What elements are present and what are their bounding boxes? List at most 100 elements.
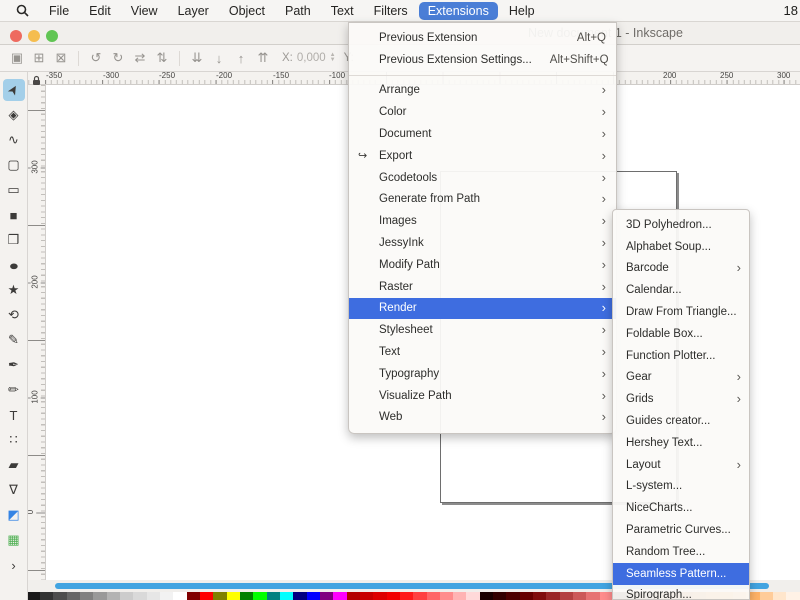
palette-swatch[interactable] <box>560 592 573 600</box>
submenu-item-3d-polyhedron[interactable]: 3D Polyhedron... <box>613 214 749 236</box>
palette-swatch[interactable] <box>373 592 386 600</box>
palette-swatch[interactable] <box>187 592 200 600</box>
menubar-item-text[interactable]: Text <box>322 2 363 20</box>
menu-item-previous-extension[interactable]: Previous ExtensionAlt+Q <box>349 27 616 49</box>
menu-item-color[interactable]: Color› <box>349 101 616 123</box>
measure-tool[interactable]: ▭ <box>3 179 25 201</box>
eraser-tool[interactable]: ▰ <box>3 454 25 476</box>
submenu-item-seamless-pattern[interactable]: Seamless Pattern... <box>613 563 749 585</box>
palette-swatch[interactable] <box>786 592 799 600</box>
palette-swatch[interactable] <box>93 592 106 600</box>
menubar-item-object[interactable]: Object <box>220 2 274 20</box>
menubar-item-path[interactable]: Path <box>276 2 320 20</box>
palette-swatch[interactable] <box>307 592 320 600</box>
palette-swatch[interactable] <box>400 592 413 600</box>
palette-swatch[interactable] <box>586 592 599 600</box>
bezier-pen-tool[interactable]: ✒ <box>3 354 25 376</box>
node-editor-tool[interactable]: ◈ <box>3 104 25 126</box>
select-all-icon[interactable]: ▣ <box>6 48 28 68</box>
submenu-item-grids[interactable]: Grids› <box>613 388 749 410</box>
menu-item-images[interactable]: Images› <box>349 210 616 232</box>
palette-swatch[interactable] <box>280 592 293 600</box>
calligraphy-tool[interactable]: ✏ <box>3 379 25 401</box>
palette-swatch[interactable] <box>413 592 426 600</box>
palette-swatch[interactable] <box>213 592 226 600</box>
menu-item-modify-path[interactable]: Modify Path› <box>349 254 616 276</box>
submenu-item-hershey-text[interactable]: Hershey Text... <box>613 432 749 454</box>
palette-swatch[interactable] <box>80 592 93 600</box>
menubar-item-help[interactable]: Help <box>500 2 544 20</box>
submenu-item-nicecharts[interactable]: NiceCharts... <box>613 497 749 519</box>
menu-item-jessyink[interactable]: JessyInk› <box>349 232 616 254</box>
menubar-item-file[interactable]: File <box>40 2 78 20</box>
menubar-item-view[interactable]: View <box>122 2 167 20</box>
vertical-ruler[interactable]: 3002001000 <box>28 85 46 580</box>
menu-item-typography[interactable]: Typography› <box>349 363 616 385</box>
raise-to-top-icon[interactable]: ⇈ <box>252 48 274 68</box>
rotate-cw-icon[interactable]: ↻ <box>107 48 129 68</box>
palette-swatch[interactable] <box>120 592 133 600</box>
spiral-tool[interactable]: ⟲ <box>3 304 25 326</box>
palette-swatch[interactable] <box>546 592 559 600</box>
box3d-tool[interactable]: ❒ <box>3 229 25 251</box>
selector-tool[interactable]: ➤ <box>3 79 25 101</box>
palette-swatch[interactable] <box>480 592 493 600</box>
menu-item-visualize-path[interactable]: Visualize Path› <box>349 385 616 407</box>
mesh-gradient-tool[interactable]: ▦ <box>3 529 25 551</box>
x-input[interactable]: 0,000 <box>297 52 326 64</box>
submenu-item-spirograph[interactable]: Spirograph... <box>613 585 749 600</box>
submenu-item-l-system[interactable]: L-system... <box>613 476 749 498</box>
palette-swatch[interactable] <box>440 592 453 600</box>
more-tools-chevron[interactable]: › <box>3 554 25 576</box>
text-tool[interactable]: T <box>3 404 25 426</box>
marquee-select-tool[interactable]: ▢ <box>3 154 25 176</box>
rotate-ccw-icon[interactable]: ↺ <box>85 48 107 68</box>
palette-swatch[interactable] <box>200 592 213 600</box>
select-all-layers-icon[interactable]: ⊞ <box>28 48 50 68</box>
palette-swatch[interactable] <box>253 592 266 600</box>
palette-swatch[interactable] <box>506 592 519 600</box>
menu-item-previous-extension-settings[interactable]: Previous Extension Settings...Alt+Shift+… <box>349 49 616 71</box>
deselect-icon[interactable]: ⊠ <box>50 48 72 68</box>
submenu-item-function-plotter[interactable]: Function Plotter... <box>613 345 749 367</box>
search-icon[interactable] <box>16 4 29 17</box>
lower-icon[interactable]: ↓ <box>208 48 230 68</box>
ellipse-tool[interactable]: ● <box>3 254 25 276</box>
raise-icon[interactable]: ↑ <box>230 48 252 68</box>
submenu-item-calendar[interactable]: Calendar... <box>613 279 749 301</box>
x-spinner[interactable]: ▲▼ <box>330 53 336 63</box>
palette-swatch[interactable] <box>320 592 333 600</box>
star-tool[interactable]: ★ <box>3 279 25 301</box>
shape-builder-tool[interactable]: ∿ <box>3 129 25 151</box>
palette-swatch[interactable] <box>573 592 586 600</box>
palette-swatch[interactable] <box>240 592 253 600</box>
menu-item-document[interactable]: Document› <box>349 123 616 145</box>
palette-swatch[interactable] <box>293 592 306 600</box>
palette-swatch[interactable] <box>360 592 373 600</box>
palette-swatch[interactable] <box>173 592 186 600</box>
palette-swatch[interactable] <box>40 592 53 600</box>
palette-swatch[interactable] <box>387 592 400 600</box>
submenu-item-draw-from-triangle[interactable]: Draw From Triangle... <box>613 301 749 323</box>
submenu-item-foldable-box[interactable]: Foldable Box... <box>613 323 749 345</box>
lower-to-bottom-icon[interactable]: ⇊ <box>186 48 208 68</box>
palette-swatch[interactable] <box>453 592 466 600</box>
submenu-item-layout[interactable]: Layout› <box>613 454 749 476</box>
menubar-item-edit[interactable]: Edit <box>80 2 120 20</box>
palette-swatch[interactable] <box>107 592 120 600</box>
menu-item-render[interactable]: Render› <box>349 298 616 320</box>
submenu-item-random-tree[interactable]: Random Tree... <box>613 541 749 563</box>
palette-swatch[interactable] <box>227 592 240 600</box>
menu-item-arrange[interactable]: Arrange› <box>349 80 616 102</box>
close-button[interactable] <box>10 30 22 42</box>
menu-item-raster[interactable]: Raster› <box>349 276 616 298</box>
submenu-item-guides-creator[interactable]: Guides creator... <box>613 410 749 432</box>
menubar-item-layer[interactable]: Layer <box>169 2 218 20</box>
palette-swatch[interactable] <box>773 592 786 600</box>
maximize-button[interactable] <box>46 30 58 42</box>
gradient-tool[interactable]: ◩ <box>3 504 25 526</box>
palette-swatch[interactable] <box>160 592 173 600</box>
submenu-item-barcode[interactable]: Barcode› <box>613 258 749 280</box>
minimize-button[interactable] <box>28 30 40 42</box>
lock-icon[interactable] <box>31 73 42 84</box>
